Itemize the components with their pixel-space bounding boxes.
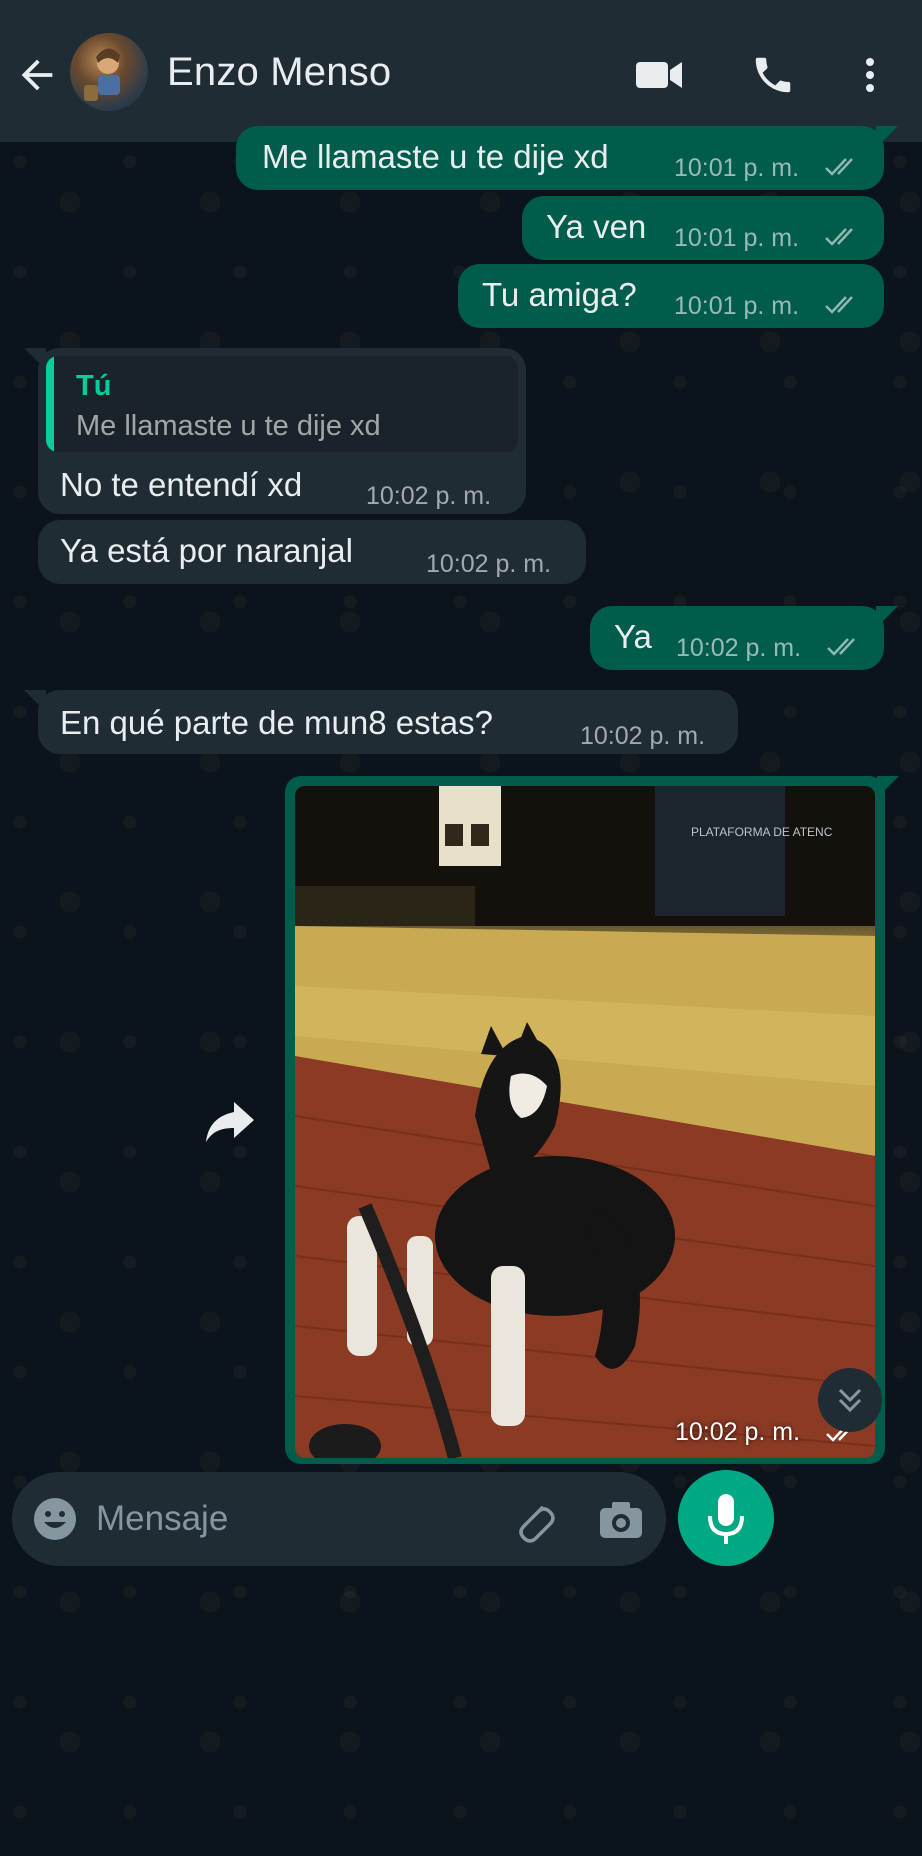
message-outgoing[interactable]: Ya ven 10:01 p. m. bbox=[522, 196, 884, 260]
double-check-read-icon bbox=[825, 296, 853, 314]
bubble-tail bbox=[24, 348, 46, 370]
message-input[interactable] bbox=[96, 1490, 496, 1548]
message-time: 10:02 p. m. bbox=[580, 722, 706, 750]
microphone-icon bbox=[708, 1494, 744, 1544]
chat-header: Enzo Menso bbox=[0, 0, 922, 142]
sign-text: PLATAFORMA DE ATENC bbox=[691, 825, 833, 839]
photo[interactable]: PLATAFORMA DE ATENC bbox=[295, 786, 875, 1458]
bubble-tail bbox=[876, 126, 898, 148]
message-time: 10:01 p. m. bbox=[674, 292, 800, 320]
message-incoming[interactable]: Ya está por naranjal 10:02 p. m. bbox=[38, 520, 586, 584]
message-outgoing[interactable]: Tu amiga? 10:01 p. m. bbox=[458, 264, 884, 328]
message-incoming[interactable]: En qué parte de mun8 estas? 10:02 p. m. bbox=[24, 690, 738, 754]
message-incoming-reply[interactable]: Tú Me llamaste u te dije xd No te entend… bbox=[24, 348, 526, 514]
video-call-icon[interactable] bbox=[634, 52, 684, 98]
avatar-image bbox=[84, 48, 120, 101]
message-time: 10:01 p. m. bbox=[674, 154, 800, 182]
quote-text: Me llamaste u te dije xd bbox=[76, 410, 381, 442]
message-text: Tu amiga? bbox=[482, 276, 637, 313]
quote-author: Tú bbox=[76, 370, 112, 402]
message-text: Ya está por naranjal bbox=[60, 532, 353, 569]
quoted-message[interactable]: Tú Me llamaste u te dije xd bbox=[46, 356, 518, 452]
message-time: 10:02 p. m. bbox=[426, 550, 552, 578]
bubble-tail bbox=[24, 690, 46, 712]
attach-icon[interactable] bbox=[508, 1494, 558, 1544]
forward-icon[interactable] bbox=[196, 1088, 264, 1156]
bubble-tail bbox=[877, 776, 899, 798]
husky-photo-image: PLATAFORMA DE ATENC bbox=[295, 786, 875, 1458]
message-text: Me llamaste u te dije xd bbox=[262, 138, 609, 175]
double-check-read-icon bbox=[825, 158, 853, 176]
emoji-icon[interactable] bbox=[30, 1494, 80, 1544]
message-text: Ya bbox=[614, 618, 652, 655]
avatar[interactable] bbox=[70, 33, 148, 111]
message-outgoing[interactable]: Ya 10:02 p. m. bbox=[590, 606, 898, 670]
back-arrow-icon[interactable] bbox=[14, 52, 60, 98]
scroll-to-bottom-button[interactable] bbox=[818, 1368, 882, 1432]
message-time: 10:01 p. m. bbox=[674, 224, 800, 252]
more-options-icon[interactable] bbox=[862, 52, 878, 98]
message-text: No te entendí xd bbox=[60, 466, 303, 503]
message-outgoing[interactable]: Me llamaste u te dije xd 10:01 p. m. bbox=[236, 126, 898, 190]
double-check-read-icon bbox=[825, 228, 853, 246]
message-time: 10:02 p. m. bbox=[675, 1418, 801, 1446]
message-composer bbox=[12, 1472, 666, 1566]
message-time: 10:02 p. m. bbox=[366, 482, 492, 510]
double-chevron-down-icon bbox=[838, 1388, 862, 1413]
voice-call-icon[interactable] bbox=[748, 52, 798, 98]
camera-icon[interactable] bbox=[596, 1494, 646, 1544]
voice-message-button[interactable] bbox=[678, 1470, 774, 1566]
image-message[interactable]: PLATAFORMA DE ATENC 10:02 p. m. bbox=[285, 776, 899, 1464]
bubble-tail bbox=[876, 606, 898, 628]
contact-name[interactable]: Enzo Menso bbox=[167, 50, 391, 95]
message-time: 10:02 p. m. bbox=[676, 634, 802, 662]
double-check-read-icon bbox=[827, 638, 855, 656]
message-text: Ya ven bbox=[546, 208, 647, 245]
message-text: En qué parte de mun8 estas? bbox=[60, 704, 493, 741]
quote-bar bbox=[46, 356, 54, 452]
